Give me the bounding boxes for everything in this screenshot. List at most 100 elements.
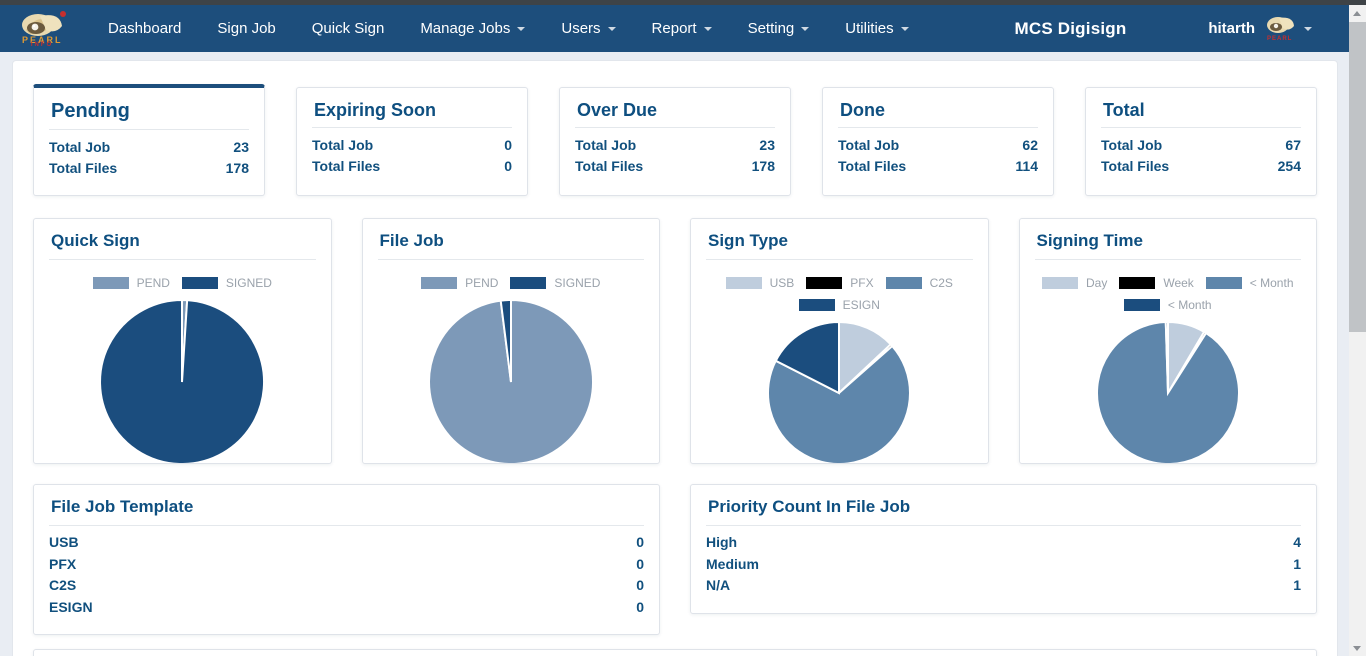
legend-swatch xyxy=(1041,277,1078,289)
stat-value: 0 xyxy=(504,158,512,174)
legend-label: ESIGN xyxy=(842,298,880,312)
chart-card-file-job: File Job PEND SIGNED xyxy=(361,218,660,464)
legend-item--month[interactable]: < Month xyxy=(1123,298,1212,312)
table-row: N/A 1 xyxy=(706,577,1301,593)
legend-swatch xyxy=(510,277,547,289)
chart-card-sign-type: Sign Type USB PFX C2S ESIGN xyxy=(690,218,989,464)
chevron-down-icon xyxy=(801,26,810,31)
stat-label: Total Job xyxy=(838,137,900,153)
pearl-logo[interactable]: PEARL INFO xyxy=(16,10,68,48)
stat-value: 178 xyxy=(751,158,775,174)
legend-item-usb[interactable]: USB xyxy=(725,276,795,290)
stat-value: 0 xyxy=(504,137,512,153)
app-title: MCS Digisign xyxy=(1014,18,1127,38)
brand-sub-label: INFO xyxy=(30,41,54,48)
legend-swatch xyxy=(1205,277,1242,289)
legend-item-pfx[interactable]: PFX xyxy=(806,276,874,290)
stat-value: 23 xyxy=(233,139,249,155)
legend-label: PEND xyxy=(136,276,170,290)
stat-value: 62 xyxy=(1022,137,1038,153)
scrollbar-thumb[interactable] xyxy=(1349,22,1366,332)
stat-label: Total Files xyxy=(575,158,644,174)
table-row: C2S 0 xyxy=(49,577,644,593)
quick-sign-legend: PEND SIGNED xyxy=(49,276,316,290)
chevron-down-icon xyxy=(900,26,909,31)
vertical-scrollbar[interactable] xyxy=(1349,5,1366,656)
svg-text:PEARL: PEARL xyxy=(1267,36,1292,42)
nav-item-manage-jobs[interactable]: Manage Jobs xyxy=(408,12,537,45)
registered-mark-dot xyxy=(60,10,66,17)
quick-sign-pie-chart xyxy=(49,298,316,463)
stat-label: Total Job xyxy=(1101,137,1163,153)
file-job-legend: PEND SIGNED xyxy=(378,276,645,290)
legend-label: Week xyxy=(1163,276,1194,290)
table-row: High 4 xyxy=(706,534,1301,550)
nav-item-sign-job[interactable]: Sign Job xyxy=(205,12,287,45)
stat-card-total[interactable]: Total Total Job 67 Total Files 254 xyxy=(1085,87,1317,196)
legend-item-week[interactable]: Week xyxy=(1119,276,1194,290)
stat-card-expiring-soon[interactable]: Expiring Soon Total Job 0 Total Files 0 xyxy=(296,87,528,196)
table-row: USB 0 xyxy=(49,534,644,550)
legend-swatch xyxy=(1123,299,1160,311)
scrollbar-up-arrow-icon[interactable] xyxy=(1353,11,1361,16)
nav-items: Dashboard Sign Job Quick Sign Manage Job… xyxy=(96,12,933,45)
legend-item-pend[interactable]: PEND xyxy=(92,276,170,290)
signing-time-pie-chart xyxy=(1035,320,1302,463)
stat-label: Total Files xyxy=(1101,158,1170,174)
legend-swatch xyxy=(421,277,458,289)
legend-item-day[interactable]: Day xyxy=(1041,276,1107,290)
stat-label: Total Job xyxy=(49,139,111,155)
legend-label: SIGNED xyxy=(225,276,272,290)
table-row: Medium 1 xyxy=(706,555,1301,572)
sign-type-pie-chart xyxy=(706,320,973,463)
legend-item-pend[interactable]: PEND xyxy=(421,276,498,290)
stat-card-over-due[interactable]: Over Due Total Job 23 Total Files 178 xyxy=(559,87,791,196)
stat-card-title: Pending xyxy=(49,96,249,130)
legend-label: < Month xyxy=(1249,276,1294,290)
charts-row: Quick Sign PEND SIGNED File Job PEND SIGNE… xyxy=(33,218,1317,464)
user-avatar-pearl-icon: PEARL xyxy=(1266,16,1294,42)
sign-type-legend: USB PFX C2S ESIGN xyxy=(706,276,973,312)
legend-swatch xyxy=(725,277,762,289)
legend-label: SIGNED xyxy=(554,276,601,290)
legend-label: PFX xyxy=(850,276,874,290)
stat-card-title: Expiring Soon xyxy=(312,96,512,128)
legend-label: USB xyxy=(769,276,795,290)
stat-card-done[interactable]: Done Total Job 62 Total Files 114 xyxy=(822,87,1054,196)
nav-item-dashboard[interactable]: Dashboard xyxy=(96,12,193,45)
main-navbar: PEARL INFO Dashboard Sign Job Quick Sign… xyxy=(0,5,1366,52)
legend-item-signed[interactable]: SIGNED xyxy=(510,276,600,290)
nav-item-users[interactable]: Users xyxy=(549,12,627,45)
stat-value: 178 xyxy=(225,160,249,176)
legend-swatch xyxy=(885,277,922,289)
stat-card-title: Done xyxy=(838,96,1038,128)
nav-item-report[interactable]: Report xyxy=(640,12,724,45)
nav-item-setting[interactable]: Setting xyxy=(736,12,822,45)
legend-swatch xyxy=(1119,277,1156,289)
user-name: hitarth xyxy=(1208,20,1255,37)
chart-title: Quick Sign xyxy=(49,229,316,260)
legend-item-c2s[interactable]: C2S xyxy=(885,276,953,290)
user-menu[interactable]: hitarth PEARL xyxy=(1208,15,1312,43)
stat-label: Total Files xyxy=(312,158,381,174)
stat-label: Total Files xyxy=(49,160,118,176)
nav-item-quick-sign[interactable]: Quick Sign xyxy=(300,12,397,45)
chevron-down-icon xyxy=(607,26,616,31)
table-row: ESIGN 0 xyxy=(49,598,644,615)
nav-item-utilities[interactable]: Utilities xyxy=(833,12,920,45)
stat-card-title: Total xyxy=(1101,96,1301,128)
legend-label: C2S xyxy=(929,276,953,290)
scrollbar-down-arrow-icon[interactable] xyxy=(1353,646,1361,651)
stat-value: 254 xyxy=(1277,158,1301,174)
legend-item--month[interactable]: < Month xyxy=(1205,276,1294,290)
stats-row: Pending Total Job 23 Total Files 178 Expir… xyxy=(33,84,1317,196)
legend-item-esign[interactable]: ESIGN xyxy=(798,298,880,312)
chart-title: Sign Type xyxy=(706,229,973,260)
legend-swatch xyxy=(806,277,843,289)
legend-swatch xyxy=(92,277,129,289)
chart-title: File Job xyxy=(377,229,644,260)
legend-label: PEND xyxy=(465,276,499,290)
legend-item-signed[interactable]: SIGNED xyxy=(181,276,272,290)
stat-card-pending[interactable]: Pending Total Job 23 Total Files 178 xyxy=(33,84,265,196)
legend-swatch xyxy=(798,299,835,311)
